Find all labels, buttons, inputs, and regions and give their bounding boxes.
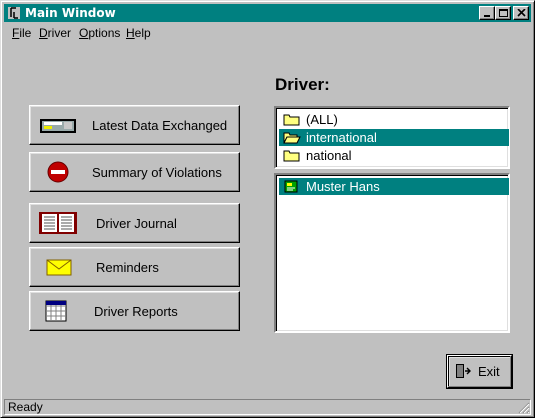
driver-item[interactable]: Muster Hans [279,178,509,195]
main-window: Main Window File Driver Options Help Lat… [0,0,535,418]
close-button[interactable] [513,6,529,20]
exit-door-icon [456,364,471,378]
status-text: Ready [8,400,43,414]
driver-heading: Driver: [275,75,330,94]
open-folder-icon [283,132,301,144]
card-reader-icon [40,119,76,133]
menu-file[interactable]: File [12,26,31,40]
latest-data-exchanged-button[interactable]: Latest Data Exchanged [29,105,240,145]
driver-journal-button[interactable]: Driver Journal [29,203,240,243]
menu-driver[interactable]: Driver [39,26,71,40]
status-bar: Ready [4,399,531,415]
minimize-icon [484,15,490,17]
title-bar[interactable]: Main Window [4,4,531,22]
summary-of-violations-button[interactable]: Summary of Violations [29,152,240,192]
report-grid-icon [45,300,67,322]
driver-card-icon [284,180,298,193]
driver-list[interactable]: Muster Hans [274,173,510,333]
app-icon [8,7,20,19]
exit-label: Exit [478,364,500,379]
menu-help[interactable]: Help [126,26,151,40]
group-item-all[interactable]: (ALL) [279,111,509,128]
folder-icon [283,150,300,162]
driver-reports-button[interactable]: Driver Reports [29,291,240,331]
exit-button[interactable]: Exit [446,354,513,389]
driver-reports-label: Driver Reports [94,304,178,319]
resize-grip-icon[interactable] [517,401,530,414]
reminders-button[interactable]: Reminders [29,247,240,287]
book-icon [39,212,77,234]
latest-data-exchanged-label: Latest Data Exchanged [92,118,228,133]
driver-journal-label: Driver Journal [96,216,177,231]
menu-options[interactable]: Options [79,26,120,40]
summary-of-violations-label: Summary of Violations [92,165,222,180]
driver-group-list[interactable]: (ALL) international national [274,106,510,169]
group-item-international[interactable]: international [279,129,509,146]
folder-icon [283,114,300,126]
window-title: Main Window [25,6,116,20]
maximize-button[interactable] [495,6,511,20]
close-icon [517,9,526,17]
group-item-national[interactable]: national [279,147,509,164]
envelope-icon [46,259,72,276]
minimize-button[interactable] [479,6,495,20]
no-entry-icon [47,161,69,183]
maximize-icon [499,9,508,17]
reminders-label: Reminders [96,260,159,275]
